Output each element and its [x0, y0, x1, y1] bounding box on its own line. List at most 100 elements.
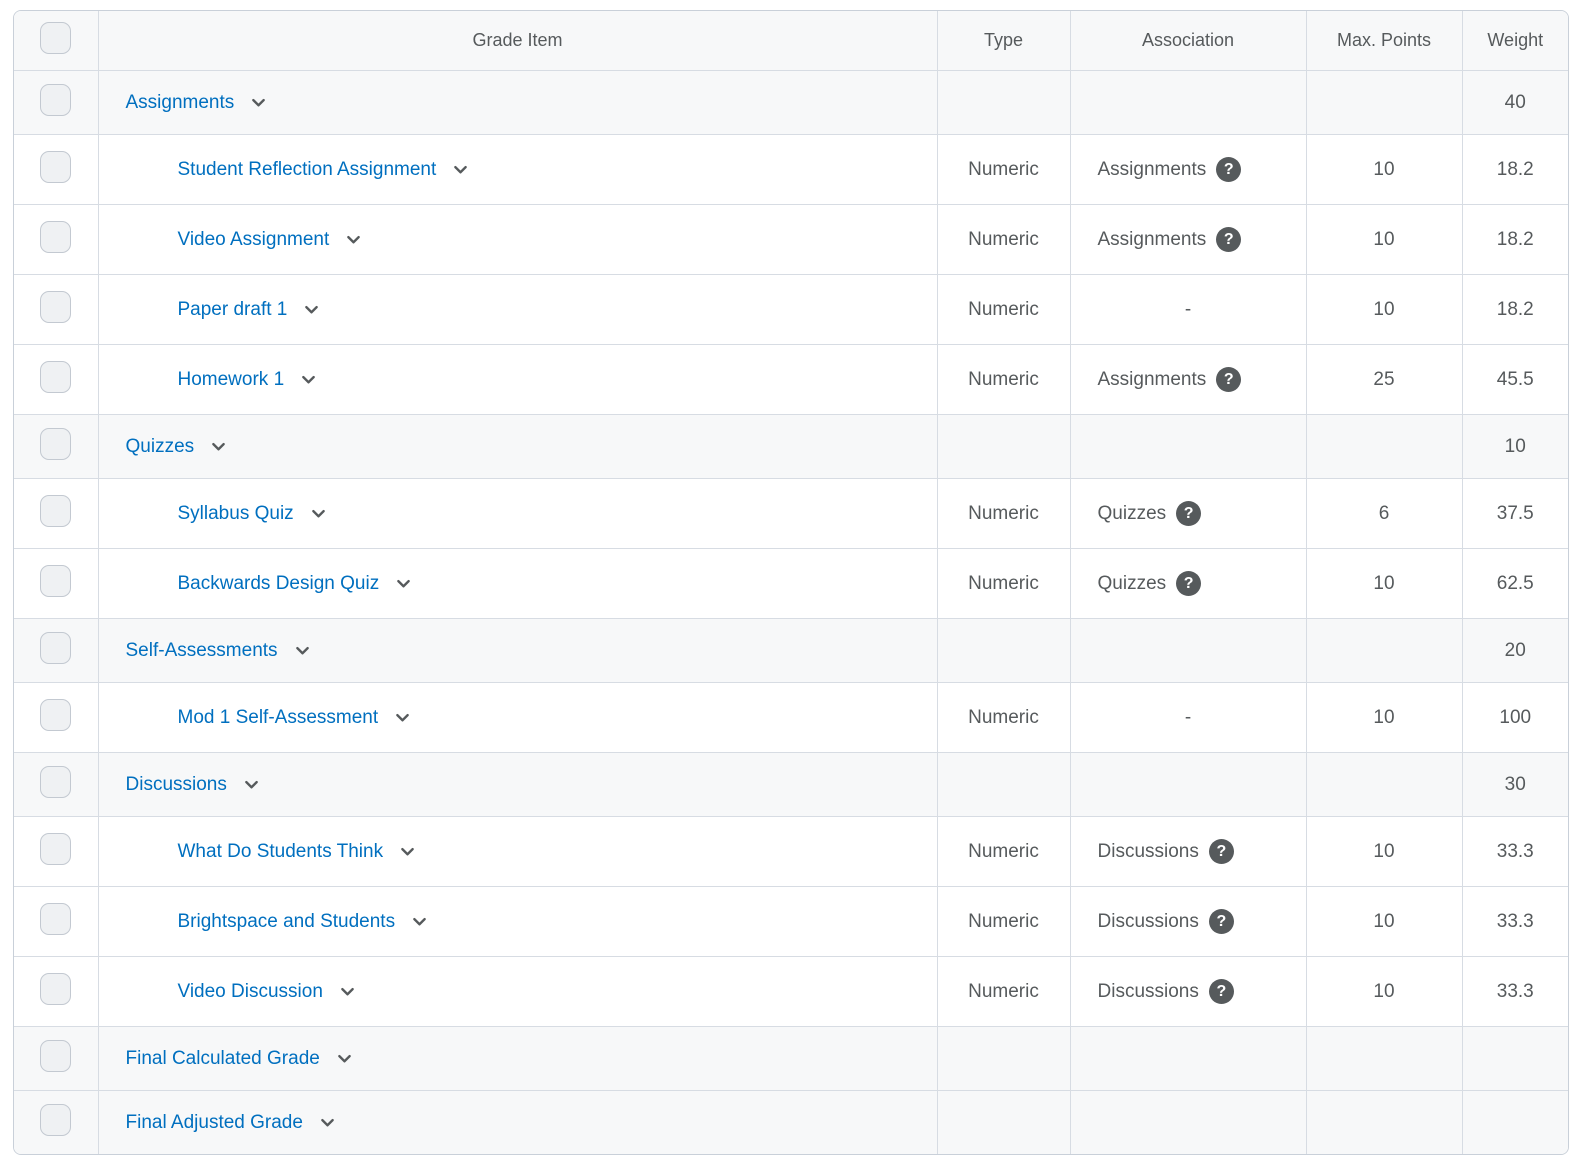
type-cell: Numeric [937, 683, 1070, 753]
row-checkbox[interactable] [40, 766, 71, 798]
max-points-cell: 10 [1306, 817, 1462, 887]
help-icon[interactable]: ? [1216, 227, 1241, 252]
category-row: Discussions30 [14, 753, 1568, 817]
chevron-down-icon[interactable] [299, 370, 318, 389]
chevron-down-icon[interactable] [209, 437, 228, 456]
chevron-down-icon[interactable] [302, 300, 321, 319]
grade-item-label-wrap: Backwards Design Quiz [99, 574, 937, 593]
type-cell [937, 1091, 1070, 1155]
chevron-down-icon[interactable] [451, 160, 470, 179]
association-cell: Discussions? [1070, 957, 1306, 1027]
chevron-down-icon[interactable] [410, 912, 429, 931]
help-icon[interactable]: ? [1216, 157, 1241, 182]
association-label: Assignments [1098, 159, 1207, 181]
row-checkbox-cell [14, 753, 98, 817]
grade-item-link[interactable]: Paper draft 1 [178, 300, 288, 319]
association-label: Discussions [1098, 981, 1199, 1003]
weight-cell [1462, 1027, 1568, 1091]
association-wrap: Discussions? [1071, 909, 1306, 934]
grade-item-link[interactable]: Syllabus Quiz [178, 504, 294, 523]
chevron-down-icon[interactable] [344, 230, 363, 249]
type-cell: Numeric [937, 887, 1070, 957]
help-icon[interactable]: ? [1209, 909, 1234, 934]
grade-item-link[interactable]: Brightspace and Students [178, 912, 396, 931]
association-cell [1070, 415, 1306, 479]
category-link[interactable]: Final Calculated Grade [126, 1049, 320, 1068]
chevron-down-icon[interactable] [242, 775, 261, 794]
association-cell [1070, 1027, 1306, 1091]
help-icon[interactable]: ? [1176, 501, 1201, 526]
type-cell [937, 619, 1070, 683]
grade-item-label-wrap: Self-Assessments [99, 641, 937, 660]
grade-item-link[interactable]: What Do Students Think [178, 842, 384, 861]
row-checkbox[interactable] [40, 428, 71, 460]
grade-item-link[interactable]: Video Discussion [178, 982, 323, 1001]
help-icon[interactable]: ? [1216, 367, 1241, 392]
row-checkbox[interactable] [40, 1104, 71, 1136]
row-checkbox-cell [14, 683, 98, 753]
row-checkbox[interactable] [40, 361, 71, 393]
row-checkbox-cell [14, 549, 98, 619]
grade-item-link[interactable]: Homework 1 [178, 370, 285, 389]
row-checkbox[interactable] [40, 1040, 71, 1072]
row-checkbox[interactable] [40, 291, 71, 323]
type-cell: Numeric [937, 817, 1070, 887]
chevron-down-icon[interactable] [338, 982, 357, 1001]
weight-cell: 33.3 [1462, 957, 1568, 1027]
chevron-down-icon[interactable] [398, 842, 417, 861]
row-checkbox[interactable] [40, 699, 71, 731]
category-link[interactable]: Final Adjusted Grade [126, 1113, 303, 1132]
association-wrap: Discussions? [1071, 839, 1306, 864]
chevron-down-icon[interactable] [335, 1049, 354, 1068]
chevron-down-icon[interactable] [293, 641, 312, 660]
type-cell: Numeric [937, 479, 1070, 549]
weight-cell: 40 [1462, 71, 1568, 135]
row-checkbox[interactable] [40, 84, 71, 116]
grades-table-container: Grade Item Type Association Max. Points … [13, 10, 1569, 1155]
row-checkbox[interactable] [40, 973, 71, 1005]
category-link[interactable]: Discussions [126, 775, 227, 794]
grade-item-cell: Paper draft 1 [98, 275, 937, 345]
grade-item-cell: What Do Students Think [98, 817, 937, 887]
category-link[interactable]: Assignments [126, 93, 235, 112]
category-row: Self-Assessments20 [14, 619, 1568, 683]
select-all-checkbox[interactable] [40, 22, 71, 54]
category-link[interactable]: Self-Assessments [126, 641, 278, 660]
grade-item-row: Video DiscussionNumericDiscussions?1033.… [14, 957, 1568, 1027]
grade-item-link[interactable]: Backwards Design Quiz [178, 574, 380, 593]
chevron-down-icon[interactable] [393, 708, 412, 727]
grade-item-row: Student Reflection AssignmentNumericAssi… [14, 135, 1568, 205]
chevron-down-icon[interactable] [249, 93, 268, 112]
row-checkbox[interactable] [40, 151, 71, 183]
row-checkbox-cell [14, 1091, 98, 1155]
max-points-cell [1306, 1027, 1462, 1091]
row-checkbox[interactable] [40, 632, 71, 664]
grade-item-link[interactable]: Student Reflection Assignment [178, 160, 437, 179]
help-icon[interactable]: ? [1176, 571, 1201, 596]
association-label: Discussions [1098, 841, 1199, 863]
chevron-down-icon[interactable] [318, 1113, 337, 1132]
chevron-down-icon[interactable] [309, 504, 328, 523]
association-cell: Assignments? [1070, 345, 1306, 415]
category-link[interactable]: Quizzes [126, 437, 195, 456]
max-points-cell: 10 [1306, 957, 1462, 1027]
association-label: Assignments [1098, 369, 1207, 391]
row-checkbox[interactable] [40, 565, 71, 597]
chevron-down-icon[interactable] [394, 574, 413, 593]
grade-item-label-wrap: Homework 1 [99, 370, 937, 389]
help-icon[interactable]: ? [1209, 839, 1234, 864]
type-cell [937, 1027, 1070, 1091]
row-checkbox[interactable] [40, 221, 71, 253]
row-checkbox[interactable] [40, 833, 71, 865]
grade-item-cell: Quizzes [98, 415, 937, 479]
row-checkbox[interactable] [40, 495, 71, 527]
grade-item-row: Homework 1NumericAssignments?2545.5 [14, 345, 1568, 415]
row-checkbox[interactable] [40, 903, 71, 935]
association-cell: Assignments? [1070, 135, 1306, 205]
help-icon[interactable]: ? [1209, 979, 1234, 1004]
max-points-cell: 10 [1306, 887, 1462, 957]
grade-item-link[interactable]: Mod 1 Self-Assessment [178, 708, 379, 727]
max-points-cell [1306, 415, 1462, 479]
weight-cell: 100 [1462, 683, 1568, 753]
grade-item-link[interactable]: Video Assignment [178, 230, 330, 249]
